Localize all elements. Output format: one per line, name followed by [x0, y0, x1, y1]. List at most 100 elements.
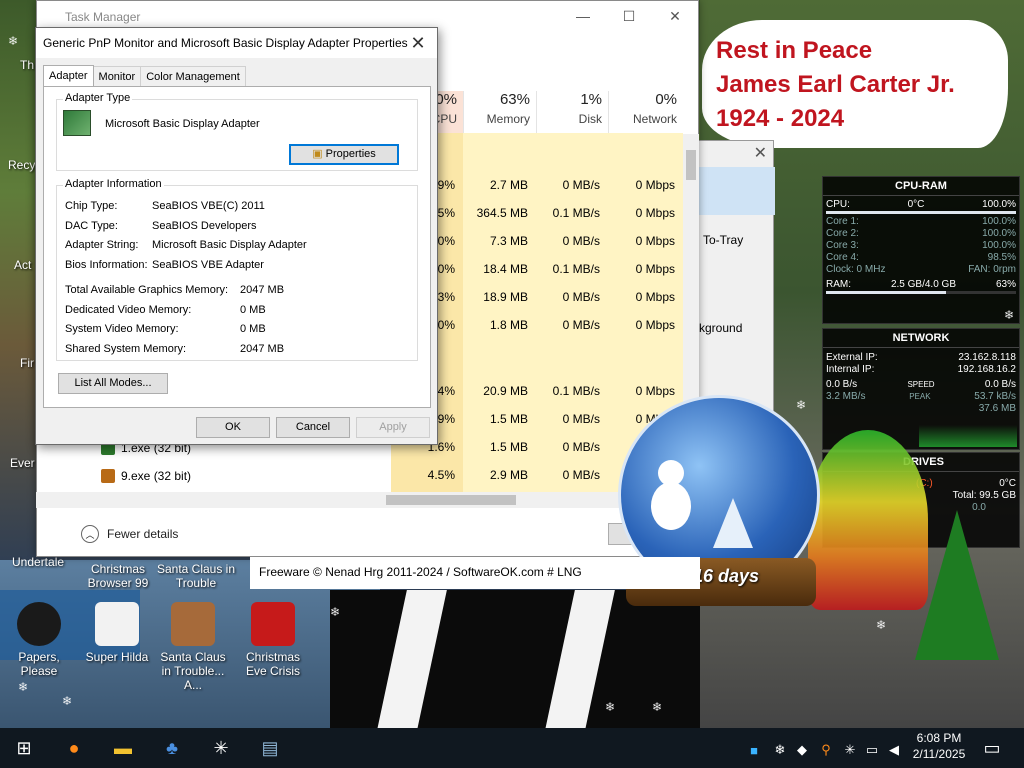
memory-key: Shared System Memory:: [65, 343, 187, 356]
desktop-icon-super-hilda[interactable]: Super Hilda: [80, 602, 154, 664]
clock-value: Clock: 0 MHz: [826, 264, 886, 275]
windows-start-icon[interactable]: ⊞: [12, 736, 36, 760]
memorial-note: Rest in Peace James Earl Carter Jr. 1924…: [702, 20, 1008, 148]
tab-color-management[interactable]: Color Management: [140, 66, 246, 87]
desktop-icon-label[interactable]: Act: [14, 258, 31, 272]
table-cell: 0 MB/s: [562, 178, 600, 192]
snowflake-icon: ❄: [605, 700, 616, 714]
table-cell: 1.8 MB: [489, 318, 528, 332]
info-key: DAC Type:: [65, 219, 118, 232]
desktop-icon-christmas-eve-crisis[interactable]: Christmas Eve Crisis: [236, 602, 310, 678]
speed-label: SPEED: [907, 380, 935, 389]
group-label: Adapter Information: [63, 178, 164, 190]
peak-download: 3.2 MB/s: [826, 391, 866, 402]
network-icon[interactable]: ▭: [860, 738, 884, 762]
desktop-icon-label[interactable]: Fir: [20, 356, 34, 370]
memory-value: 0 MB: [240, 323, 266, 336]
close-icon[interactable]: ✕: [754, 143, 767, 163]
apply-button[interactable]: Apply: [356, 417, 430, 438]
firefox-icon[interactable]: ●: [62, 736, 86, 760]
display-properties-dialog[interactable]: Generic PnP Monitor and Microsoft Basic …: [35, 27, 438, 445]
memory-key: System Video Memory:: [65, 323, 179, 336]
table-cell: 0 Mbps: [635, 234, 675, 248]
desktop-icon-label[interactable]: Christmas Browser 99: [86, 562, 150, 590]
adapter-name: Microsoft Basic Display Adapter: [105, 118, 260, 130]
scrollbar-thumb[interactable]: [386, 495, 516, 505]
external-ip-value: 23.162.8.118: [958, 352, 1016, 363]
volume-icon[interactable]: ◀: [882, 738, 906, 762]
close-icon[interactable]: ✕: [652, 1, 698, 31]
peak-label: PEAK: [909, 392, 931, 401]
ok-button[interactable]: OK: [196, 417, 270, 438]
info-key: Bios Information:: [65, 258, 148, 271]
table-cell: 7.3 MB: [489, 234, 528, 248]
peak-upload: 53.7 kB/s: [974, 391, 1016, 402]
cancel-button[interactable]: Cancel: [276, 417, 350, 438]
memory-column-header[interactable]: 63% Memory: [463, 91, 536, 133]
task-manager-icon[interactable]: ▤: [258, 736, 282, 760]
ram-value: 2.5 GB/4.0 GB: [890, 279, 957, 290]
info-value: SeaBIOS Developers: [152, 219, 257, 232]
internal-ip-row: Internal IP: 192.168.16.2: [823, 364, 1019, 376]
table-cell: 0 Mbps: [635, 290, 675, 304]
core-name: Core 1:: [826, 216, 859, 227]
snowman-icon: [651, 460, 691, 550]
tab-monitor[interactable]: Monitor: [92, 66, 142, 87]
background-label: kground: [699, 321, 743, 335]
snowflake-icon: ❄: [876, 618, 887, 632]
network-column-header[interactable]: 0% Network: [608, 91, 683, 133]
snowflake-icon: ❄: [1004, 308, 1015, 322]
cpu-bar: [826, 211, 1016, 214]
network-total: 37.6 MB: [978, 403, 1016, 414]
core-row: Core 4: 98.5%: [823, 252, 1019, 264]
close-icon[interactable]: ✕: [407, 32, 429, 54]
memory-value: 0 MB: [240, 303, 266, 316]
to-tray-button[interactable]: To-Tray: [703, 233, 743, 247]
desktop-icon-label[interactable]: Recy: [8, 158, 35, 172]
drive-total: Total: 99.5 GB: [952, 490, 1016, 501]
scrollbar-thumb[interactable]: [686, 150, 696, 180]
adapter-type-group: Adapter Type Microsoft Basic Display Ada…: [56, 92, 418, 171]
ram-bar-fill: [826, 291, 946, 294]
tray-app-icon[interactable]: ■: [742, 738, 766, 762]
file-explorer-icon[interactable]: ▬: [111, 736, 135, 760]
desktop-icon-label[interactable]: Undertale: [12, 555, 64, 569]
tray-search-icon[interactable]: ⚲: [814, 738, 838, 762]
cpu-ram-gadget[interactable]: CPU-RAM CPU: 0°C 100.0% Core 1: 100.0% Cor…: [822, 176, 1020, 324]
desktop-icon-papers-please[interactable]: Papers, Please: [2, 602, 76, 678]
tray-snow-icon[interactable]: ❄: [768, 738, 792, 762]
desktop-icon-label[interactable]: Ever: [10, 456, 35, 470]
minimize-icon[interactable]: —: [560, 1, 606, 31]
process-row-9exe[interactable]: 9.exe (32 bit): [101, 469, 191, 483]
horizontal-scrollbar[interactable]: [36, 492, 683, 508]
info-key: Chip Type:: [65, 200, 118, 212]
clock[interactable]: 6:08 PM 2/11/2025: [908, 730, 970, 762]
table-cell: 0.1 MB/s: [552, 206, 600, 220]
list-all-modes-button[interactable]: List All Modes...: [58, 373, 168, 394]
core-name: Core 2:: [826, 228, 859, 239]
table-cell: 18.9 MB: [483, 290, 528, 304]
snowflake-app-icon[interactable]: ✳: [209, 736, 233, 760]
memory-key: Total Available Graphics Memory:: [65, 284, 229, 296]
core-name: Core 4:: [826, 252, 859, 263]
desktop-icon-label[interactable]: Th: [20, 58, 34, 72]
chevron-up-icon: ︿: [81, 525, 99, 543]
maximize-icon[interactable]: ☐: [606, 1, 652, 31]
desktop-icon-label[interactable]: Santa Claus in Trouble: [156, 562, 236, 590]
peak-row: 3.2 MB/s PEAK 53.7 kB/s: [823, 391, 1019, 403]
tray-drop-icon[interactable]: ◆: [790, 738, 814, 762]
freeware-credit: Freeware © Nenad Hrg 2011-2024 / Softwar…: [250, 557, 700, 589]
window-controls: — ☐ ✕: [560, 1, 698, 31]
memory-key: Dedicated Video Memory:: [65, 303, 192, 316]
disk-column-header[interactable]: 1% Disk: [536, 91, 608, 133]
drive-temp: 0°C: [999, 478, 1016, 489]
desktop-icon-santa-claus[interactable]: Santa Claus in Trouble... A...: [156, 602, 230, 692]
notification-icon[interactable]: ▭: [980, 736, 1004, 760]
tray-star-icon[interactable]: ✳: [838, 738, 862, 762]
network-gadget[interactable]: NETWORK External IP: 23.162.8.118 Intern…: [822, 328, 1020, 450]
fewer-details-button[interactable]: ︿ Fewer details: [81, 525, 178, 543]
tab-adapter[interactable]: Adapter: [43, 65, 94, 87]
people-app-icon[interactable]: ♣: [160, 736, 184, 760]
properties-button[interactable]: ▣ Properties: [289, 144, 399, 165]
column-label: Network: [632, 112, 677, 126]
